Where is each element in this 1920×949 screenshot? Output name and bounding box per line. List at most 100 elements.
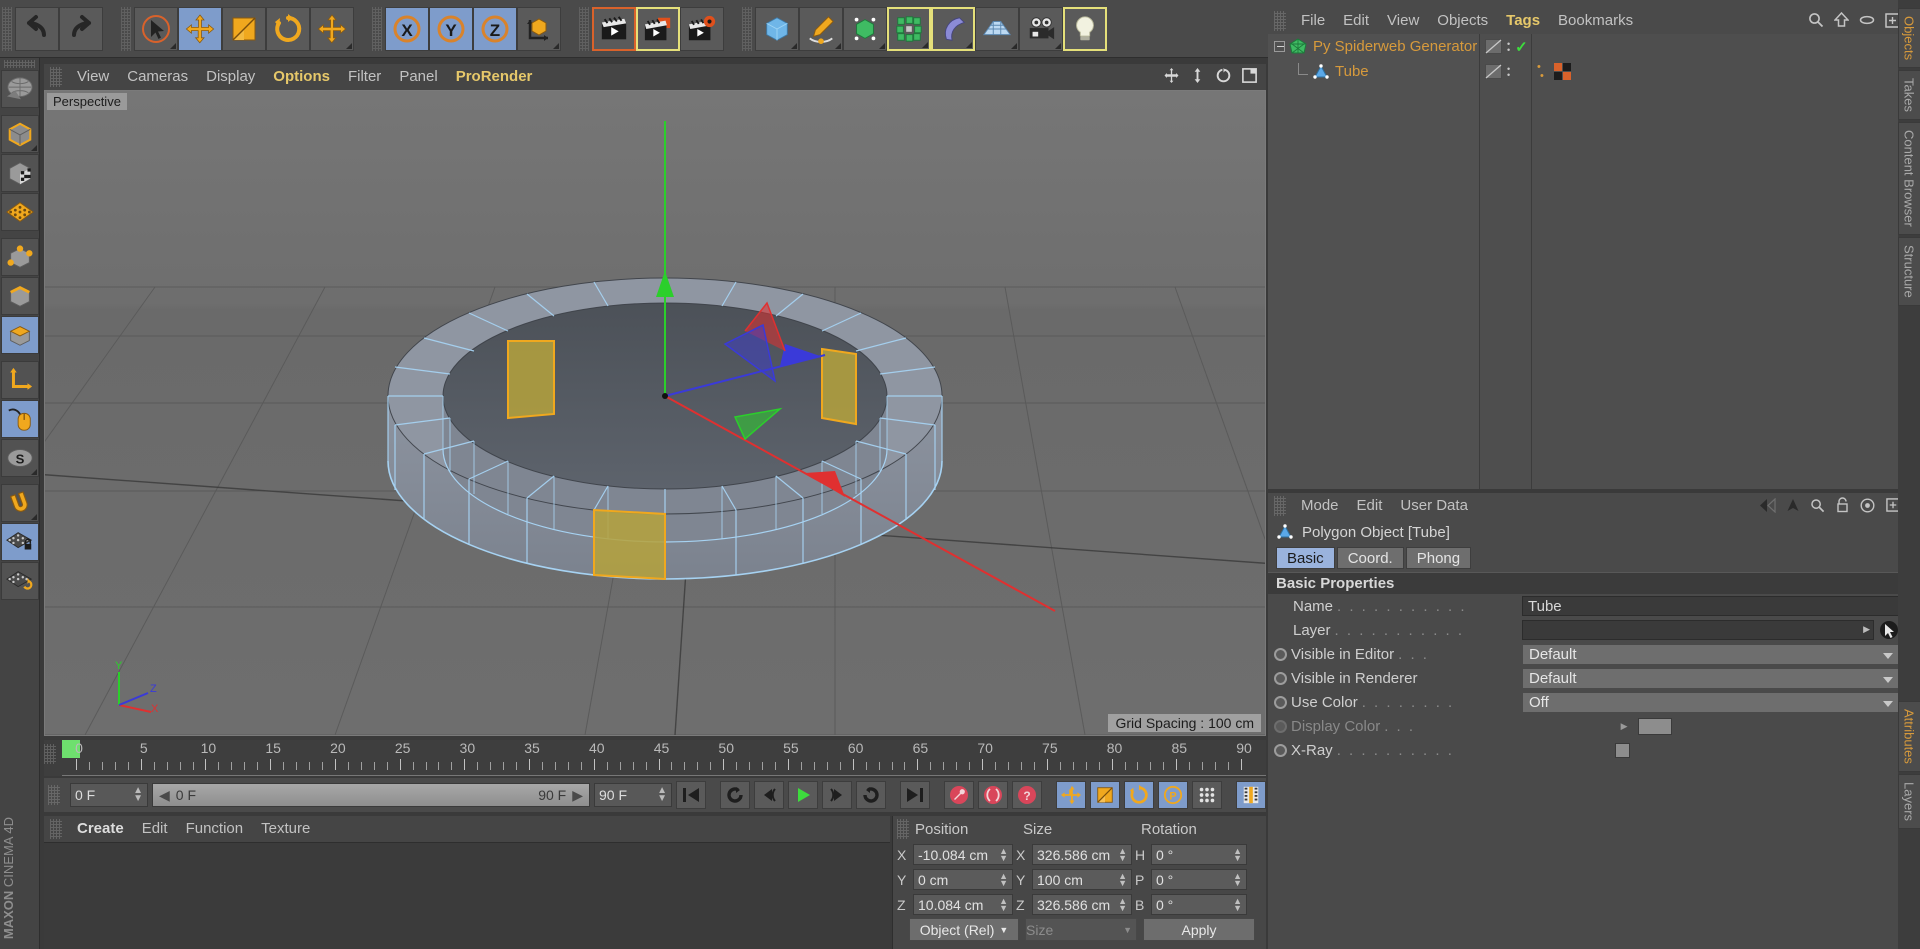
generator-button[interactable]	[843, 6, 887, 51]
ellipse-icon[interactable]	[1859, 14, 1875, 26]
target-icon[interactable]	[1860, 497, 1875, 513]
axis-modify-button[interactable]	[1, 361, 39, 399]
points-mode-button[interactable]	[1, 238, 39, 276]
live-selection-button[interactable]	[134, 6, 178, 51]
layer-arrow-icon[interactable]: ▶	[1863, 624, 1870, 635]
vtab-content-browser[interactable]: Content Browser	[1897, 122, 1920, 235]
redo-button[interactable]	[59, 6, 103, 51]
visible-editor-select[interactable]: Default	[1522, 643, 1900, 665]
position-z-spinner[interactable]: ▲ ▼	[999, 896, 1008, 912]
tab-phong[interactable]: Phong	[1405, 547, 1472, 569]
rotation-p-spinner[interactable]: ▲ ▼	[1233, 871, 1242, 887]
lock-icon[interactable]	[1836, 497, 1849, 513]
size-z-spinner[interactable]: ▲ ▼	[1118, 896, 1127, 912]
size-y-spinner[interactable]: ▲ ▼	[1118, 871, 1127, 887]
toolbar-grip[interactable]	[2, 6, 12, 51]
object-menu-file[interactable]: File	[1292, 8, 1334, 34]
texture-mode-button[interactable]	[1, 154, 39, 192]
toolbar-grip-5[interactable]	[742, 6, 752, 51]
vtab-attributes[interactable]: Attributes	[1897, 701, 1920, 772]
toolbar-grip-3[interactable]	[372, 6, 382, 51]
position-x-field[interactable]: -10.084 cm ▲ ▼	[913, 844, 1013, 865]
light-button[interactable]	[1063, 6, 1107, 51]
material-menu-function[interactable]: Function	[177, 816, 253, 842]
object-menu-view[interactable]: View	[1378, 8, 1428, 34]
floor-scene-button[interactable]	[975, 6, 1019, 51]
name-input[interactable]: Tube	[1522, 596, 1900, 616]
rotation-h-field[interactable]: 0 ° ▲ ▼	[1151, 844, 1247, 865]
pen-spline-button[interactable]	[799, 6, 843, 51]
object-menu-bookmarks[interactable]: Bookmarks	[1549, 8, 1642, 34]
deformer-button[interactable]	[931, 6, 975, 51]
keyframe-selection-button[interactable]: ?	[1012, 781, 1042, 809]
toolbar-grip-2[interactable]	[121, 6, 131, 51]
autokeying-button[interactable]	[978, 781, 1008, 809]
model-mode-button[interactable]	[1, 115, 39, 153]
rotate-tool-button[interactable]	[266, 6, 310, 51]
size-x-field[interactable]: 326.586 cm ▲ ▼	[1032, 844, 1132, 865]
visibility-toggle-icon[interactable]	[1485, 39, 1502, 54]
timeline-ruler[interactable]: 0 5 10 15 20 25 30 35 40 45 50 55 60 65 70 75 80 85 90	[44, 740, 1266, 776]
size-z-field[interactable]: 326.586 cm ▲ ▼	[1032, 894, 1132, 915]
object-tree[interactable]: Py Spiderweb Generator Tube	[1268, 34, 1480, 489]
size-x-spinner[interactable]: ▲ ▼	[1118, 846, 1127, 862]
object-visibility-dots-row-2[interactable]: • •	[1480, 59, 1531, 84]
step-back-button[interactable]	[754, 781, 784, 809]
radio-visible-editor[interactable]	[1274, 647, 1287, 661]
current-frame-field[interactable]: 0 F ▲ ▼	[70, 783, 148, 807]
size-y-field[interactable]: 100 cm ▲ ▼	[1032, 869, 1132, 890]
render-settings-button[interactable]	[680, 6, 724, 51]
timeline-ruler-grip[interactable]	[44, 744, 56, 764]
back-icon[interactable]	[1759, 497, 1776, 513]
viewport-3d[interactable]: Perspective Grid Spacing : 100 cm Y X Z	[44, 90, 1266, 736]
polygons-mode-button[interactable]	[1, 316, 39, 354]
selection-tag-icon[interactable]	[1553, 63, 1571, 80]
object-visibility-dots-row-1[interactable]: • • ✓	[1480, 34, 1531, 59]
pan-view-icon[interactable]	[1189, 67, 1206, 84]
key-pla-button[interactable]	[1192, 781, 1222, 809]
apply-button[interactable]: Apply	[1143, 918, 1255, 941]
play-button[interactable]	[788, 781, 818, 809]
rotate-view-icon[interactable]	[1215, 67, 1232, 84]
move-tool-button[interactable]	[178, 6, 222, 51]
object-row-spiderweb-generator[interactable]: Py Spiderweb Generator	[1268, 34, 1479, 59]
left-toolbar-grip[interactable]	[4, 60, 35, 68]
range-right-arrow[interactable]: ▶	[572, 787, 583, 804]
cube-primitives-button[interactable]	[755, 6, 799, 51]
vtab-layers[interactable]: Layers	[1897, 773, 1920, 829]
layer-picker-icon[interactable]	[1878, 620, 1900, 640]
search-icon[interactable]	[1808, 12, 1824, 28]
max-frame-spinner[interactable]: ▲ ▼	[657, 786, 667, 804]
max-frame-field[interactable]: 90 F ▲ ▼	[594, 783, 672, 807]
move-group-button[interactable]	[310, 6, 354, 51]
range-left-arrow[interactable]: ◀	[159, 787, 170, 804]
record-keyframe-button[interactable]	[944, 781, 974, 809]
timeline-toolbar-grip[interactable]	[48, 785, 60, 805]
viewport-menu-view[interactable]: View	[68, 64, 118, 90]
radio-visible-renderer[interactable]	[1274, 671, 1287, 685]
key-rotation-button[interactable]	[1124, 781, 1154, 809]
key-scale-button[interactable]	[1090, 781, 1120, 809]
axis-y-button[interactable]: Y	[429, 6, 473, 51]
viewport-menu-prorender[interactable]: ProRender	[447, 64, 542, 90]
attribute-menu-mode[interactable]: Mode	[1292, 493, 1348, 519]
planar-workplane-button[interactable]	[1, 562, 39, 600]
scale-tool-button[interactable]	[222, 6, 266, 51]
tab-basic[interactable]: Basic	[1276, 547, 1335, 569]
viewport-menu-options[interactable]: Options	[264, 64, 339, 90]
visibility-toggle-icon-2[interactable]	[1485, 64, 1502, 79]
tag-row-tube[interactable]: • •	[1532, 59, 1908, 84]
position-x-spinner[interactable]: ▲ ▼	[999, 846, 1008, 862]
maximize-view-icon[interactable]	[1241, 67, 1258, 84]
tab-coord[interactable]: Coord.	[1336, 547, 1404, 569]
viewport-solo-button[interactable]	[1, 400, 39, 438]
go-to-start-button[interactable]	[676, 781, 706, 809]
dot-stack-icon-2[interactable]: • •	[1507, 64, 1510, 79]
display-color-swatch[interactable]	[1637, 717, 1672, 735]
make-editable-button[interactable]	[1, 70, 39, 108]
camera-button[interactable]	[1019, 6, 1063, 51]
xray-checkbox[interactable]	[1614, 742, 1630, 758]
key-parameter-button[interactable]: P	[1158, 781, 1188, 809]
vtab-structure[interactable]: Structure	[1897, 236, 1920, 306]
attribute-menu-user-data[interactable]: User Data	[1391, 493, 1477, 519]
